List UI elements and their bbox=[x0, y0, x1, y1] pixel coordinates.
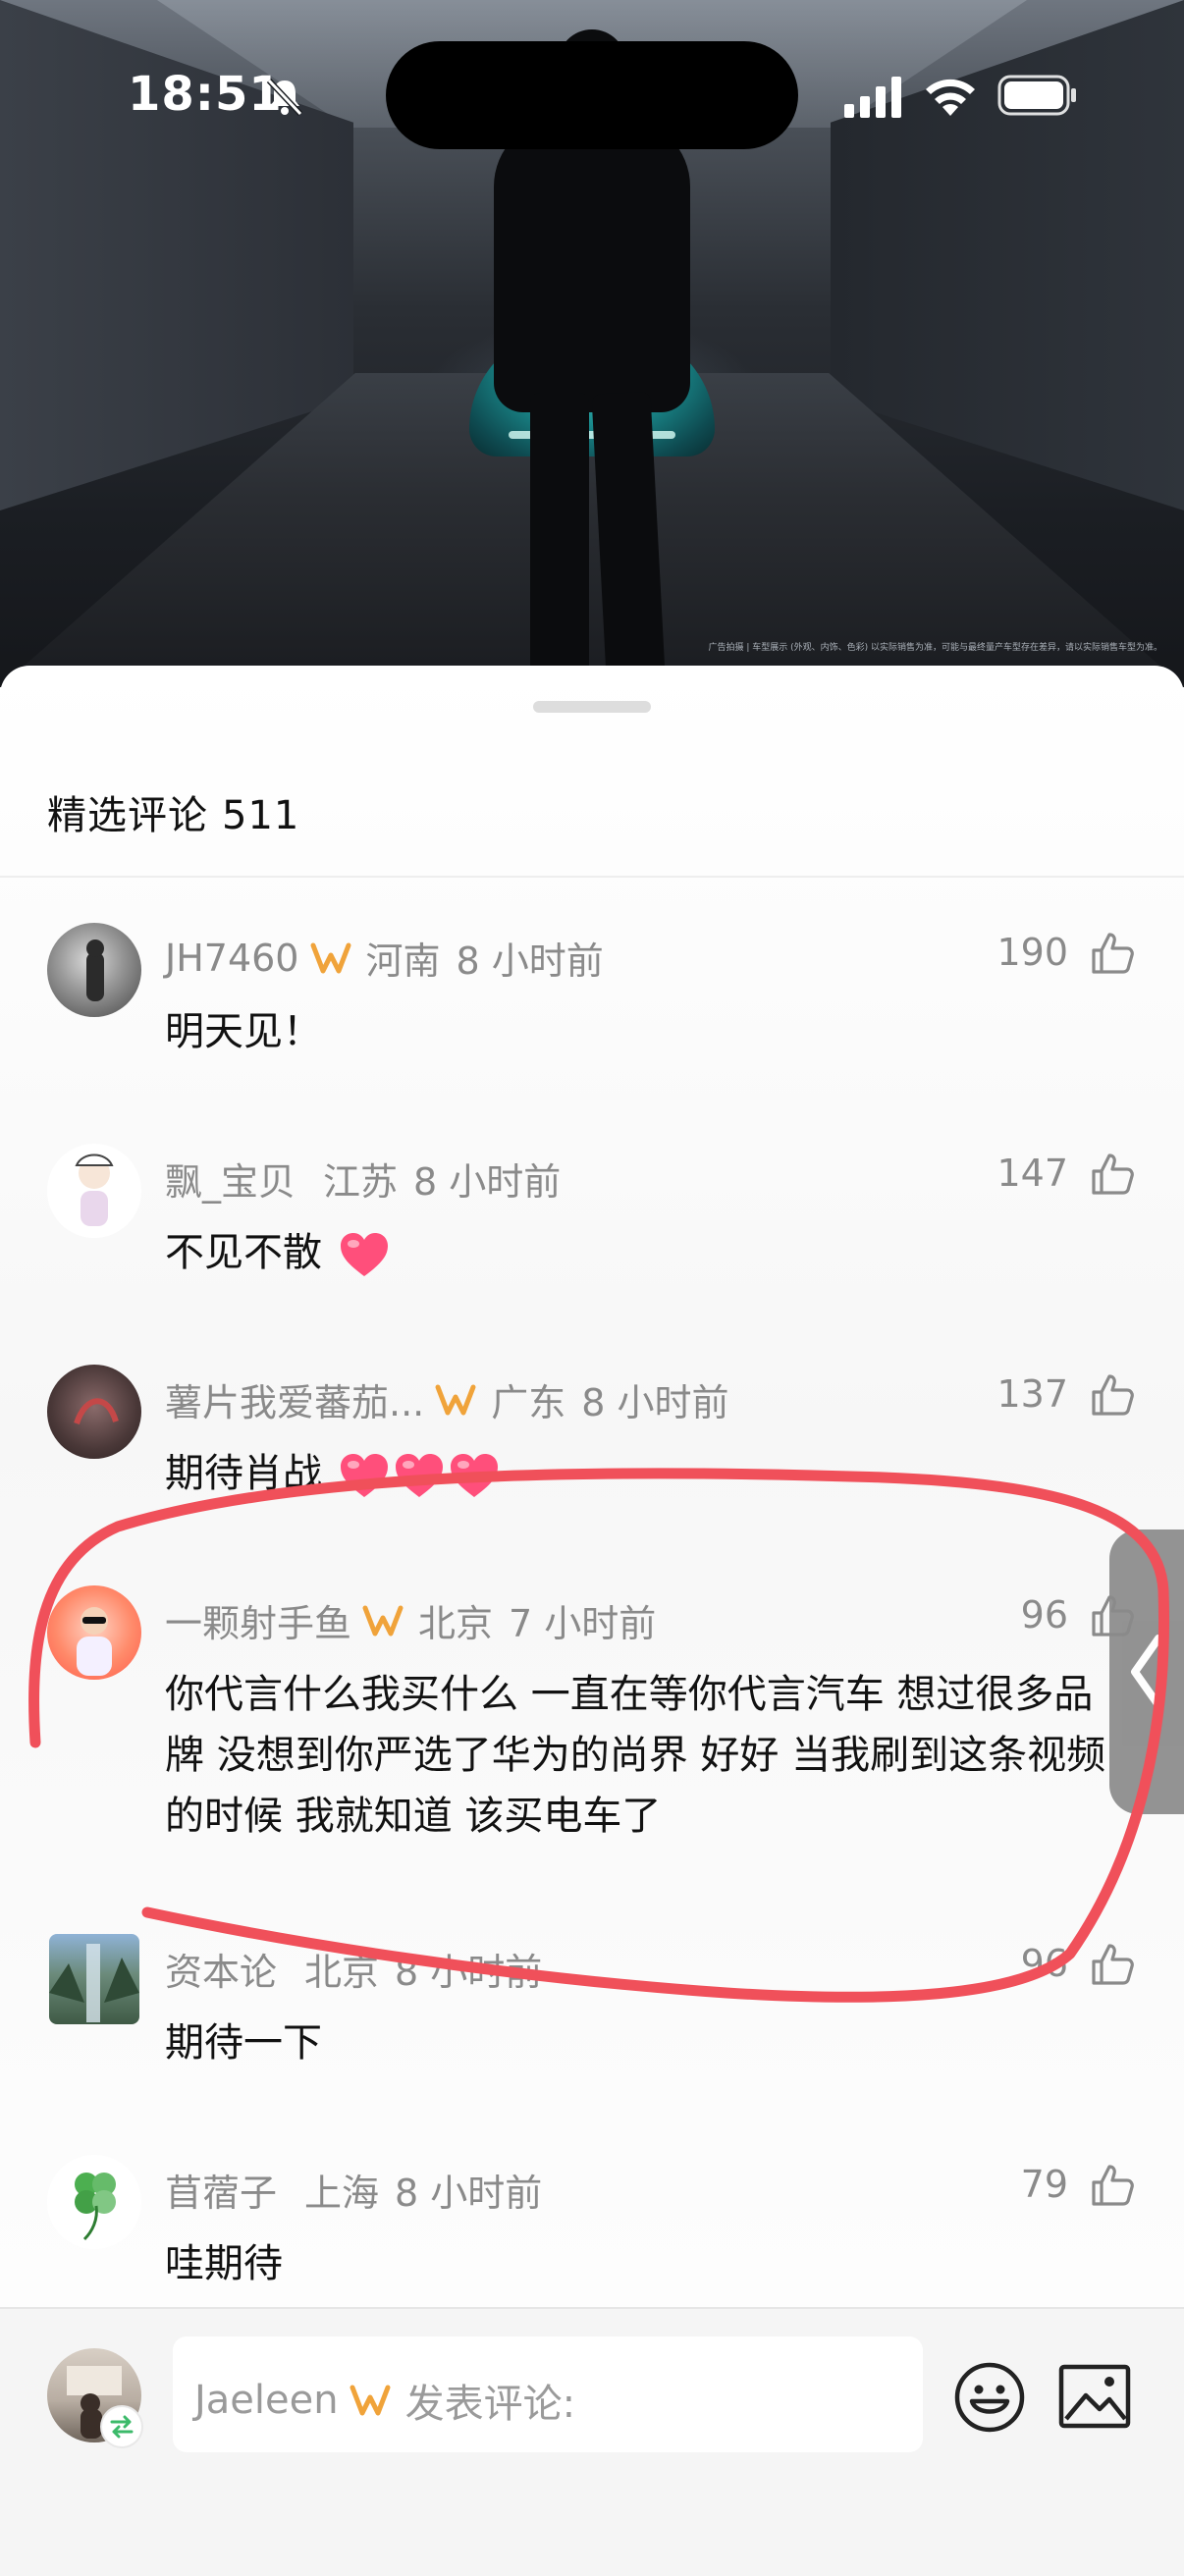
switch-account-badge[interactable] bbox=[102, 2407, 141, 2446]
comment-username[interactable]: 资本论 bbox=[165, 1942, 277, 1996]
heart-emoji-icon bbox=[340, 1454, 388, 1497]
side-panel-handle[interactable] bbox=[1109, 1530, 1184, 1814]
bell-muted-icon bbox=[266, 78, 303, 117]
input-username: Jaeleen bbox=[194, 2378, 339, 2423]
comment-input[interactable]: Jaeleen 发表评论: bbox=[173, 2336, 923, 2452]
input-placeholder: Jaeleen 发表评论: bbox=[194, 2372, 575, 2429]
comment-location: 上海 bbox=[304, 2172, 380, 2215]
thumbs-up-icon[interactable] bbox=[1088, 1150, 1137, 1199]
comment-time: 7 小时前 bbox=[509, 1602, 657, 1645]
avatar-photo-icon bbox=[86, 939, 104, 1001]
input-placeholder-text: 发表评论: bbox=[404, 2382, 576, 2427]
avatar-cartoon-icon bbox=[75, 1154, 114, 1226]
comment-username[interactable]: 一颗射手鱼 bbox=[165, 1593, 351, 1647]
comments-count: 511 bbox=[222, 793, 300, 838]
avatar[interactable] bbox=[47, 1365, 141, 1459]
comment-text: 不见不散 bbox=[165, 1222, 1127, 1283]
comment-text: 你代言什么我买什么 一直在等你代言汽车 想过很多品牌 没想到你严选了华为的尚界 … bbox=[165, 1672, 1106, 1839]
comments-sheet: 精选评论 511 JH7460 河南 8 小时前 190 明天见！ 飘_宝贝 江… bbox=[0, 666, 1184, 2574]
comment-time: 8 小时前 bbox=[456, 939, 604, 983]
like-count: 137 bbox=[996, 1372, 1068, 1416]
comments-header: 精选评论 511 bbox=[47, 783, 299, 840]
comment-location: 河南 bbox=[365, 939, 441, 983]
comment-location: 广东 bbox=[491, 1381, 566, 1424]
wifi-icon bbox=[926, 79, 975, 116]
comment-input-bar: Jaeleen 发表评论: bbox=[0, 2307, 1184, 2576]
like-count: 96 bbox=[1020, 1942, 1068, 1985]
heart-emoji-icon bbox=[395, 1454, 443, 1497]
heart-emoji-icon bbox=[340, 1233, 388, 1276]
battery-icon bbox=[997, 75, 1076, 116]
thumbs-up-icon[interactable] bbox=[1088, 1370, 1137, 1420]
avatar-photo-icon bbox=[74, 1398, 119, 1425]
comment-meta: 资本论 北京 8 小时前 bbox=[165, 1942, 542, 1996]
like-count: 96 bbox=[1020, 1593, 1068, 1637]
vip-badge-icon bbox=[350, 2385, 391, 2416]
chevron-left-icon bbox=[1131, 1635, 1162, 1709]
vip-badge-icon bbox=[435, 1384, 476, 1415]
like-count: 79 bbox=[1020, 2163, 1068, 2206]
ad-disclaimer: 广告拍摄 | 车型展示 (外观、内饰、色彩) 以实际销售为准，可能与最终量产车型… bbox=[708, 643, 1162, 653]
heart-emoji-icon bbox=[450, 1454, 498, 1497]
comment-text: 明天见！ bbox=[165, 1009, 322, 1054]
avatar-photo-icon bbox=[77, 1607, 112, 1676]
avatar-landscape-icon bbox=[49, 1944, 139, 2022]
like-count: 147 bbox=[996, 1152, 1068, 1195]
smiley-icon[interactable] bbox=[952, 2360, 1027, 2435]
avatar[interactable] bbox=[47, 1144, 141, 1238]
vip-badge-icon bbox=[362, 1605, 404, 1636]
thumbs-up-icon[interactable] bbox=[1088, 929, 1137, 978]
comment-text-content: 不见不散 bbox=[165, 1230, 322, 1275]
comment-text: 哇期待 bbox=[165, 2241, 283, 2286]
comment-meta: 苜蓿子 上海 8 小时前 bbox=[165, 2163, 542, 2217]
comment-text: 期待一下 bbox=[165, 2020, 322, 2066]
comment-location: 江苏 bbox=[323, 1160, 399, 1204]
avatar[interactable] bbox=[47, 1585, 141, 1680]
thumbs-up-icon[interactable] bbox=[1088, 1940, 1137, 1989]
avatar[interactable] bbox=[47, 2155, 141, 2249]
avatar[interactable] bbox=[47, 923, 141, 1017]
comment-meta: 一颗射手鱼 北京 7 小时前 bbox=[165, 1593, 656, 1647]
comment-location: 北京 bbox=[418, 1602, 494, 1645]
vip-badge-icon bbox=[310, 942, 350, 973]
comment-location: 北京 bbox=[304, 1951, 380, 1994]
status-time: 18:51 bbox=[128, 67, 283, 122]
comment-time: 8 小时前 bbox=[581, 1381, 729, 1424]
person-silhouette-leg bbox=[530, 393, 589, 677]
sheet-drag-handle[interactable] bbox=[533, 701, 651, 713]
comment-meta: 飘_宝贝 江苏 8 小时前 bbox=[165, 1152, 561, 1206]
comment-meta: 薯片我爱蕃茄... 广东 8 小时前 bbox=[165, 1372, 729, 1426]
avatar[interactable] bbox=[49, 1934, 139, 2024]
comment-username[interactable]: JH7460 bbox=[165, 937, 299, 980]
thumbs-up-icon[interactable] bbox=[1088, 2161, 1137, 2210]
avatar-clover-icon bbox=[75, 2173, 116, 2241]
image-icon[interactable] bbox=[1058, 2364, 1131, 2429]
comment-username[interactable]: 飘_宝贝 bbox=[165, 1152, 296, 1206]
comment-text-content: 期待肖战 bbox=[165, 1451, 322, 1496]
comment-meta: JH7460 河南 8 小时前 bbox=[165, 931, 604, 985]
comment-text: 期待肖战 bbox=[165, 1443, 1127, 1504]
comment-time: 8 小时前 bbox=[413, 1160, 562, 1204]
cellular-signal-icon bbox=[844, 77, 901, 118]
comments-title: 精选评论 bbox=[47, 793, 208, 838]
comment-time: 8 小时前 bbox=[395, 1951, 543, 1994]
like-count: 190 bbox=[996, 931, 1068, 974]
dynamic-island bbox=[386, 41, 798, 149]
divider bbox=[0, 876, 1184, 878]
status-bar: 18:51 bbox=[0, 0, 1184, 196]
comment-time: 8 小时前 bbox=[395, 2172, 543, 2215]
comment-username[interactable]: 薯片我爱蕃茄... bbox=[165, 1372, 424, 1426]
comment-username[interactable]: 苜蓿子 bbox=[165, 2163, 277, 2217]
swap-arrows-icon bbox=[110, 2415, 134, 2439]
